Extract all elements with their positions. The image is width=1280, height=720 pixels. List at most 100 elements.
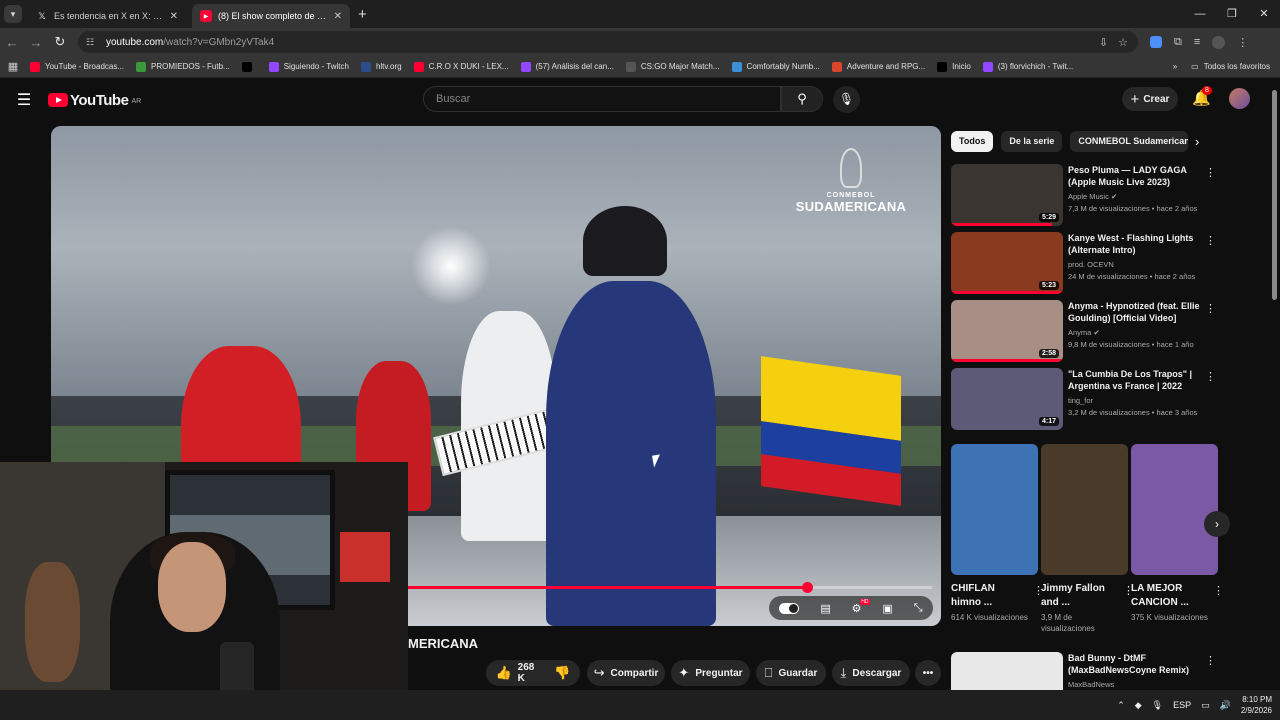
twitch-icon: [982, 61, 993, 72]
more-vertical-icon[interactable]: ⋮: [1205, 370, 1216, 383]
back-icon[interactable]: ←: [0, 35, 24, 50]
short-title: LA MEJOR CANCION ...: [1131, 583, 1189, 608]
bookmarks-overflow-icon[interactable]: »: [1173, 62, 1177, 71]
account-avatar[interactable]: [1229, 88, 1250, 109]
chip-conmebol[interactable]: CONMEBOL Sudamericana: [1070, 131, 1189, 152]
subtitles-icon[interactable]: ▤: [820, 602, 830, 615]
miniplayer-icon[interactable]: ▣: [882, 602, 892, 615]
share-label: Compartir: [610, 667, 659, 679]
short-item[interactable]: LA MEJOR CANCION ... 375 K visualizacione…: [1131, 444, 1224, 639]
notifications-button[interactable]: 🔔 8: [1192, 86, 1212, 107]
site-info-icon[interactable]: ☷: [86, 37, 98, 47]
guide-menu-icon[interactable]: ☰: [0, 90, 48, 110]
channel-name: MaxBadNews: [1068, 680, 1115, 689]
bookmark-item[interactable]: PROMIEDOS - Futb...: [136, 61, 230, 72]
short-item[interactable]: Jimmy Fallon and ... 3,9 M de visualizaci…: [1041, 444, 1134, 639]
bookmark-item[interactable]: Adventure and RPG...: [831, 61, 925, 72]
short-item[interactable]: CHIFLAN himno ... 614 K visualizaciones ⋮: [951, 444, 1044, 639]
short-title: CHIFLAN himno ...: [951, 583, 995, 608]
like-button[interactable]: 👍 268 K: [485, 660, 544, 686]
more-vertical-icon[interactable]: ⋮: [1213, 584, 1224, 597]
more-vertical-icon[interactable]: ⋮: [1205, 302, 1216, 315]
network-icon[interactable]: ▭: [1201, 700, 1210, 711]
bookmark-item[interactable]: Siguiendo - Twitch: [268, 61, 349, 72]
youtube-icon: [30, 61, 40, 72]
system-tray: ⌃ ◆ 🎙 ESP ▭ 🔊 8:10 PM 2/9/2026: [1117, 690, 1272, 720]
search-button[interactable]: ⚲: [781, 86, 823, 112]
dislike-button[interactable]: 👎: [544, 660, 580, 686]
minimize-icon[interactable]: —: [1184, 0, 1216, 28]
autoplay-toggle[interactable]: [779, 602, 800, 614]
create-button[interactable]: + Crear: [1122, 87, 1178, 111]
tray-chevron-icon[interactable]: ⌃: [1117, 700, 1125, 711]
fullscreen-exit-icon[interactable]: ⤡: [914, 602, 923, 615]
save-button[interactable]: ⎕ Guardar: [756, 660, 826, 686]
chip-series[interactable]: De la serie: [1001, 131, 1063, 152]
microphone-tray-icon[interactable]: 🎙: [1152, 700, 1163, 711]
all-bookmarks-folder[interactable]: ▭ Todos los favoritos: [1191, 62, 1270, 71]
tray-app-icon[interactable]: ◆: [1135, 700, 1142, 711]
more-vertical-icon[interactable]: ⋮: [1205, 654, 1216, 667]
chip-all[interactable]: Todos: [951, 131, 994, 152]
bookmark-item[interactable]: CS:GO Major Match...: [625, 61, 720, 72]
url-bar[interactable]: ☷ youtube.com /watch?v=GMbn2yVTak4 ⇩ ☆: [78, 31, 1138, 53]
related-video-item[interactable]: 4:17 "La Cumbia De Los Trapos" | Argentin…: [951, 368, 1226, 430]
input-language[interactable]: ESP: [1173, 700, 1191, 710]
tab-x-trending[interactable]: 𝕏 Es tendencia en X en X: ""Harry ✕: [28, 4, 186, 28]
video-progress-bar[interactable]: [408, 582, 932, 593]
bookmark-label: PROMIEDOS - Futb...: [151, 62, 230, 71]
bookmark-item[interactable]: (57) Análisis del can...: [520, 61, 614, 72]
related-video-item[interactable]: Bad Bunny - DtMF (MaxBadNewsCoyne Remix)…: [951, 652, 1226, 690]
download-button[interactable]: ⤓ Descargar: [832, 660, 910, 686]
notification-count-badge: 8: [1202, 86, 1212, 95]
forward-icon[interactable]: →: [24, 35, 48, 50]
shorts-next-button[interactable]: ›: [1204, 511, 1230, 537]
more-vertical-icon[interactable]: ⋮: [1205, 234, 1216, 247]
clock[interactable]: 8:10 PM 2/9/2026: [1241, 694, 1272, 716]
bookmark-item[interactable]: YouTube - Broadcas...: [30, 61, 124, 72]
extension-icon[interactable]: [1150, 36, 1162, 48]
related-video-item[interactable]: 5:23 Kanye West - Flashing Lights (Altern…: [951, 232, 1226, 294]
related-video-item[interactable]: 5:29 Peso Pluma — LADY GAGA (Apple Music …: [951, 164, 1226, 226]
more-vertical-icon[interactable]: ⋮: [1205, 166, 1216, 179]
bookmark-item[interactable]: Comfortably Numb...: [731, 61, 820, 72]
youtube-play-icon: [48, 93, 68, 107]
bookmark-label: Inicio: [952, 62, 971, 71]
bookmark-item[interactable]: [241, 61, 257, 72]
bookmark-item[interactable]: (3) florvichich - Twit...: [982, 61, 1073, 72]
youtube-logo[interactable]: YouTube AR: [48, 92, 141, 109]
settings-gear-icon[interactable]: ⚙ HD: [852, 598, 870, 615]
conmebol-sudamericana-logo: CONMEBOL SUDAMERICANA: [791, 148, 911, 214]
media-controls-icon[interactable]: ≡: [1194, 36, 1200, 48]
folder-icon: ▭: [1191, 62, 1199, 71]
profile-avatar[interactable]: [1212, 35, 1226, 49]
video-title: Kanye West - Flashing Lights (Alternate …: [1068, 233, 1194, 255]
extensions-puzzle-icon[interactable]: ⧉: [1174, 36, 1182, 49]
bookmark-item[interactable]: Inicio: [937, 61, 971, 72]
browser-menu-icon[interactable]: ⋮: [1237, 36, 1248, 49]
tab-search-button[interactable]: ▾: [4, 5, 22, 23]
voice-search-button[interactable]: 🎙: [833, 86, 860, 113]
apps-grid-icon[interactable]: ▦: [0, 60, 26, 73]
restore-icon[interactable]: ❐: [1216, 0, 1248, 28]
tab-close-icon[interactable]: ✕: [334, 11, 342, 22]
new-tab-button[interactable]: +: [358, 6, 367, 23]
related-video-item[interactable]: 2:58 Anyma - Hypnotized (feat. Ellie Goul…: [951, 300, 1226, 362]
share-button[interactable]: ↪ Compartir: [587, 660, 665, 686]
bookmark-item[interactable]: C.R.O X DUKI - LEX...: [413, 61, 509, 72]
search-input[interactable]: Buscar: [423, 86, 781, 112]
reload-icon[interactable]: ↻: [48, 34, 72, 50]
page-scrollbar[interactable]: [1270, 82, 1278, 690]
bookmark-star-icon[interactable]: ☆: [1118, 36, 1128, 49]
url-host: youtube.com: [106, 36, 164, 48]
ask-button[interactable]: ✦ Preguntar: [671, 660, 750, 686]
bookmark-item[interactable]: hltv.org: [360, 61, 402, 72]
more-actions-button[interactable]: •••: [915, 660, 941, 686]
close-window-icon[interactable]: ✕: [1248, 0, 1280, 28]
volume-icon[interactable]: 🔊: [1220, 700, 1231, 711]
tab-youtube-video[interactable]: ▶ (8) El show completo de LOS PALMERAS ✕: [192, 4, 350, 28]
bookmark-icon: ⎕: [764, 665, 773, 680]
tab-close-icon[interactable]: ✕: [170, 11, 178, 22]
chevron-right-icon[interactable]: ›: [1195, 134, 1199, 149]
install-app-icon[interactable]: ⇩: [1099, 36, 1108, 49]
